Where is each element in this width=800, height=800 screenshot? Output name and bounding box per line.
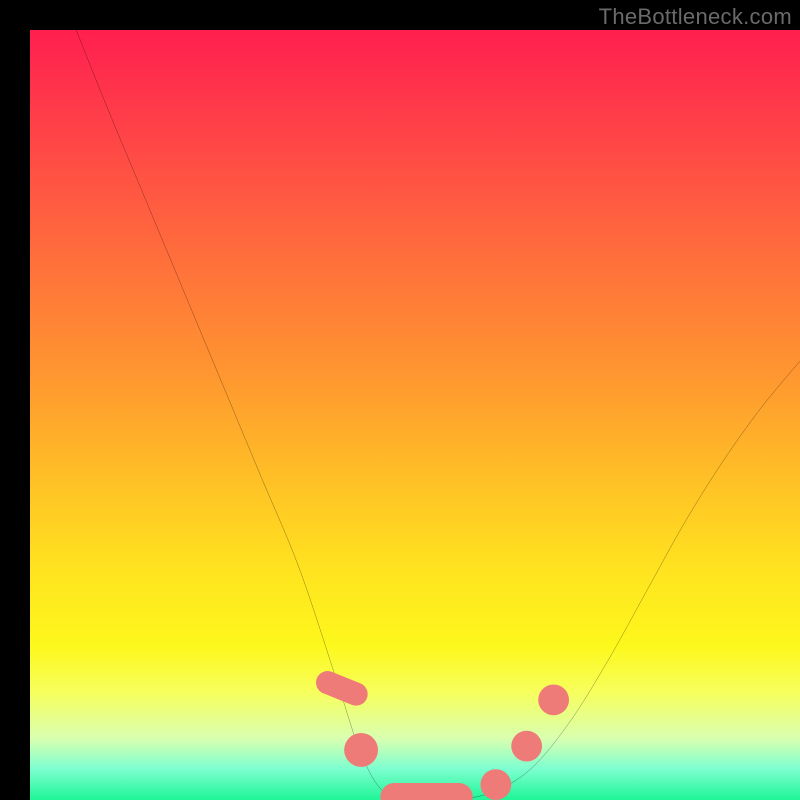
plot-gradient-background — [30, 30, 800, 800]
chart-frame: TheBottleneck.com — [0, 0, 800, 800]
watermark-text: TheBottleneck.com — [599, 4, 792, 30]
